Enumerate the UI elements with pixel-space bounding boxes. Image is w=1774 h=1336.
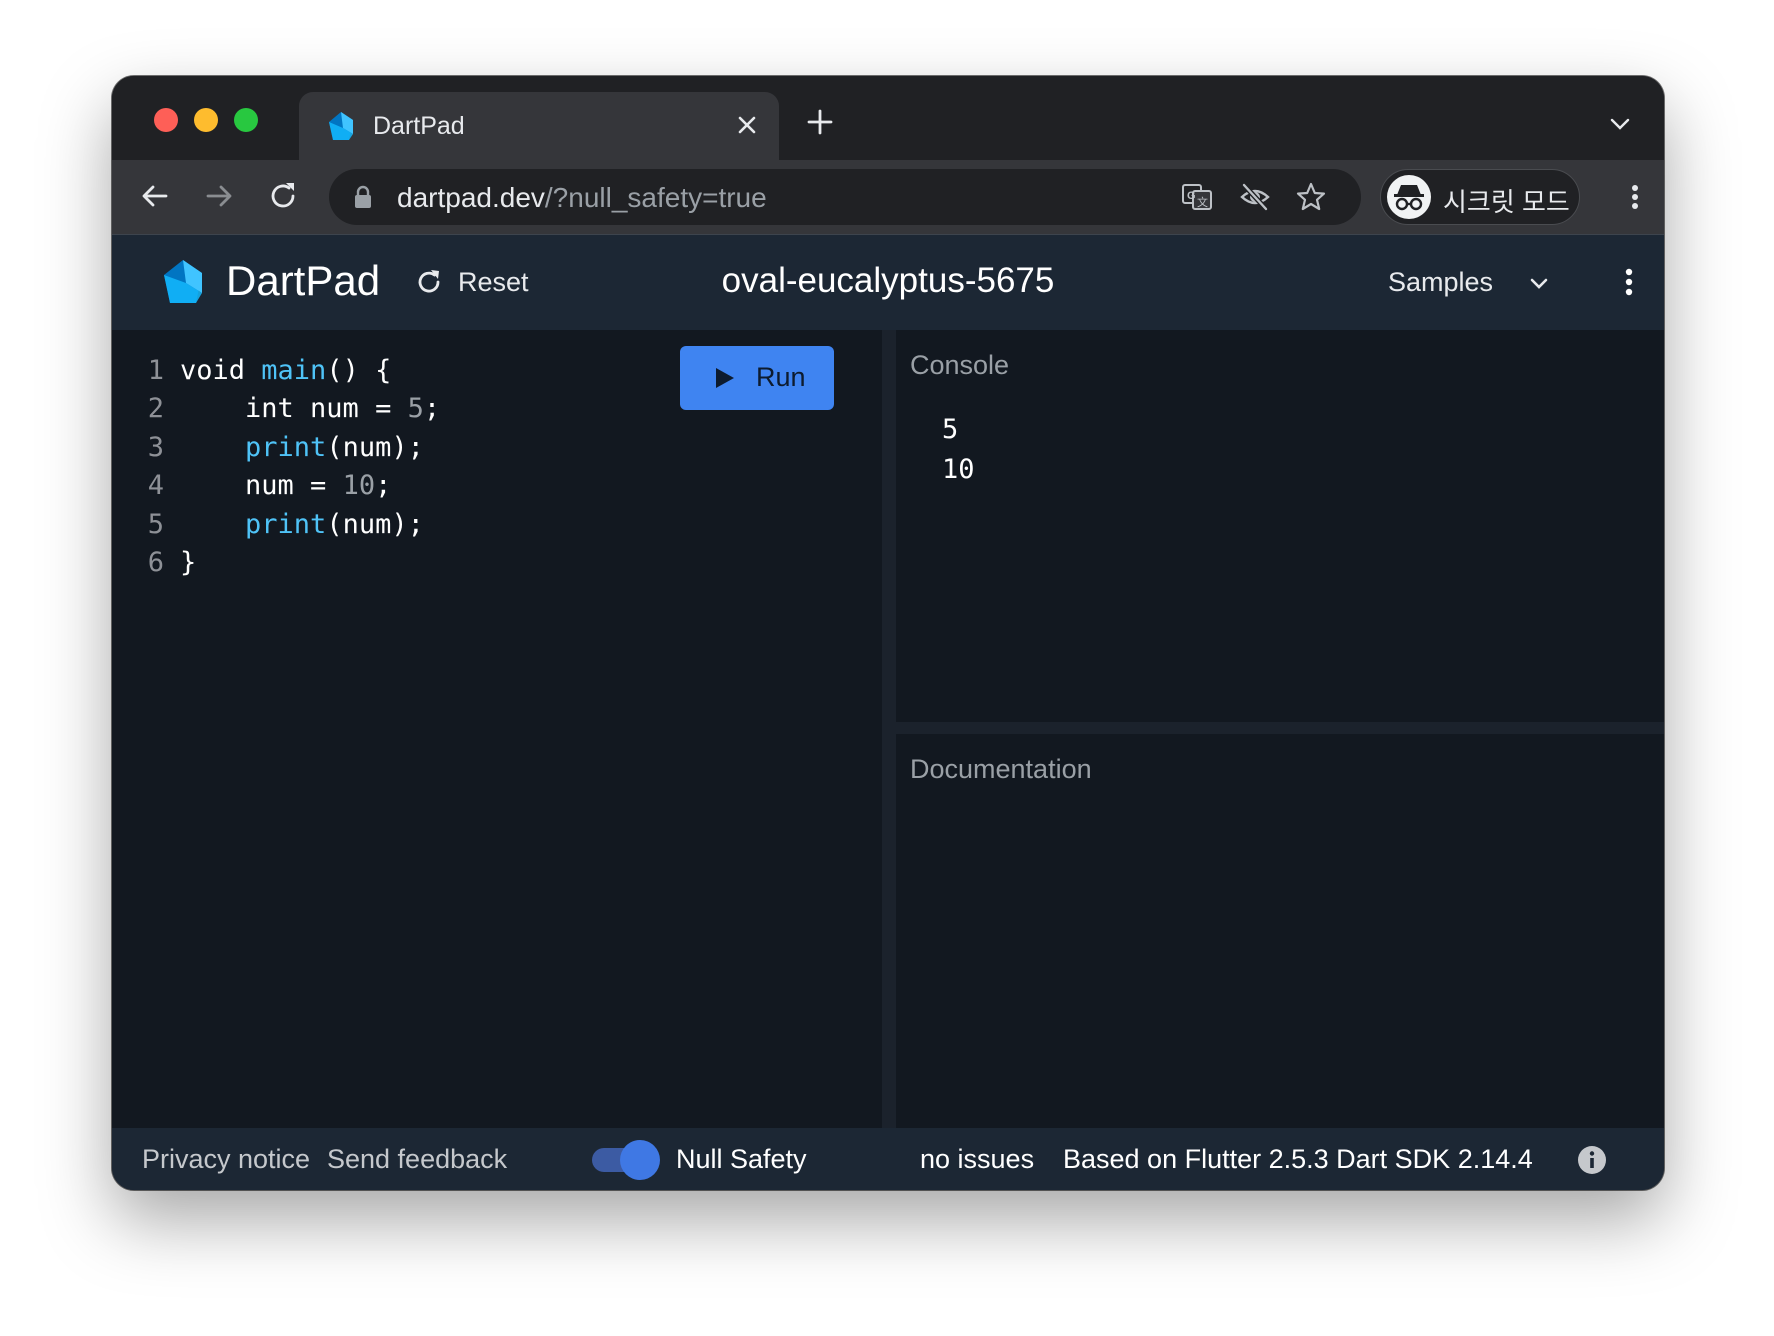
- info-icon[interactable]: [1576, 1144, 1608, 1176]
- close-window-button[interactable]: [154, 108, 178, 132]
- code-token: ;: [375, 470, 392, 502]
- code-line[interactable]: 2 int num = 5;: [112, 390, 440, 428]
- incognito-icon: [1394, 185, 1424, 211]
- code-token: int num =: [180, 393, 408, 425]
- console-line: 10: [942, 454, 975, 485]
- lock-icon[interactable]: [353, 185, 373, 209]
- new-tab-icon[interactable]: [806, 108, 834, 136]
- play-icon: [716, 368, 734, 388]
- null-safety-toggle[interactable]: [590, 1140, 660, 1180]
- tab-search-chevron-icon[interactable]: [1608, 112, 1632, 136]
- url-host: dartpad.dev: [397, 182, 545, 213]
- documentation-panel: Documentation: [896, 734, 1664, 1128]
- vertical-splitter[interactable]: [882, 330, 896, 1128]
- sdk-version: Based on Flutter 2.5.3 Dart SDK 2.14.4: [1063, 1144, 1533, 1174]
- code-token: () {: [326, 355, 392, 386]
- send-feedback-link[interactable]: Send feedback: [327, 1144, 507, 1175]
- samples-dropdown[interactable]: Samples: [1388, 263, 1558, 303]
- status-footer: Privacy notice Send feedback Null Safety…: [112, 1128, 1664, 1190]
- console-panel: Console 5 10: [896, 330, 1664, 722]
- translate-icon[interactable]: G 文: [1181, 181, 1213, 213]
- code-token: ;: [423, 393, 441, 425]
- browser-menu-icon[interactable]: [1618, 180, 1652, 214]
- forward-icon[interactable]: [202, 179, 236, 213]
- svg-text:G: G: [1187, 190, 1196, 202]
- chevron-down-icon: [1530, 278, 1548, 289]
- privacy-notice-link[interactable]: Privacy notice: [142, 1144, 310, 1175]
- browser-toolbar: dartpad.dev/?null_safety=true G 文 시크릿 모드: [112, 160, 1664, 234]
- profile-label: 시크릿 모드: [1443, 187, 1570, 217]
- line-number: 2: [147, 393, 164, 425]
- dartpad-header: DartPad Reset oval-eucalyptus-5675 Sampl…: [112, 234, 1664, 330]
- maximize-window-button[interactable]: [234, 108, 258, 132]
- code-token: }: [180, 546, 197, 578]
- code-lines[interactable]: 1 void main() {2 int num = 5; 3 print(num)…: [112, 352, 440, 582]
- bookmark-star-icon[interactable]: [1295, 181, 1327, 213]
- browser-tab-active[interactable]: DartPad: [299, 92, 779, 160]
- line-number: 5: [147, 508, 164, 540]
- code-token: main: [261, 355, 327, 386]
- more-menu-icon[interactable]: [1612, 265, 1646, 299]
- null-safety-label: Null Safety: [676, 1144, 807, 1174]
- code-line[interactable]: 6}: [112, 544, 440, 582]
- address-bar[interactable]: dartpad.dev/?null_safety=true G 文: [329, 169, 1361, 225]
- code-line[interactable]: 5 print(num);: [112, 506, 440, 544]
- run-label: Run: [756, 362, 806, 392]
- browser-window: DartPad dartpad.dev/?null_safety=true G …: [112, 76, 1664, 1190]
- tab-strip: DartPad: [112, 76, 1664, 160]
- eye-off-icon[interactable]: [1239, 181, 1271, 213]
- incognito-profile-chip[interactable]: 시크릿 모드: [1380, 169, 1580, 225]
- code-line[interactable]: 3 print(num);: [112, 429, 440, 467]
- line-number: 4: [147, 470, 164, 502]
- console-output: 5 10: [942, 410, 975, 490]
- console-line: 5: [942, 414, 959, 445]
- console-title: Console: [910, 350, 1010, 380]
- code-line[interactable]: 4 num = 10;: [112, 467, 440, 505]
- minimize-window-button[interactable]: [194, 108, 218, 132]
- code-line[interactable]: 1 void main() {: [112, 352, 440, 390]
- code-token: (num);: [326, 431, 424, 463]
- close-tab-icon[interactable]: [733, 111, 761, 139]
- url-text[interactable]: dartpad.dev/?null_safety=true: [397, 182, 767, 214]
- line-number: 1: [147, 355, 164, 386]
- issues-status: no issues: [920, 1144, 1035, 1174]
- run-button[interactable]: Run: [680, 346, 834, 410]
- toggle-thumb: [620, 1140, 660, 1180]
- reload-icon[interactable]: [266, 179, 300, 213]
- line-number: 3: [147, 431, 164, 463]
- tab-title: DartPad: [373, 112, 465, 140]
- documentation-title: Documentation: [910, 754, 1092, 784]
- horizontal-splitter[interactable]: [896, 722, 1664, 734]
- line-number: 6: [147, 546, 164, 578]
- svg-text:文: 文: [1197, 195, 1208, 209]
- code-token: 10: [342, 470, 376, 502]
- code-token: (num);: [326, 508, 424, 540]
- avatar: [1387, 175, 1431, 219]
- code-token: void: [180, 355, 262, 386]
- code-token: print: [245, 431, 327, 463]
- back-icon[interactable]: [138, 179, 172, 213]
- code-editor[interactable]: 1 void main() {2 int num = 5; 3 print(num)…: [112, 330, 882, 1128]
- code-token: print: [245, 508, 327, 540]
- samples-label: Samples: [1388, 267, 1494, 297]
- url-path: /?null_safety=true: [544, 182, 767, 213]
- code-token: 5: [407, 393, 424, 425]
- code-token: num =: [180, 470, 343, 502]
- dart-favicon-icon: [329, 112, 353, 140]
